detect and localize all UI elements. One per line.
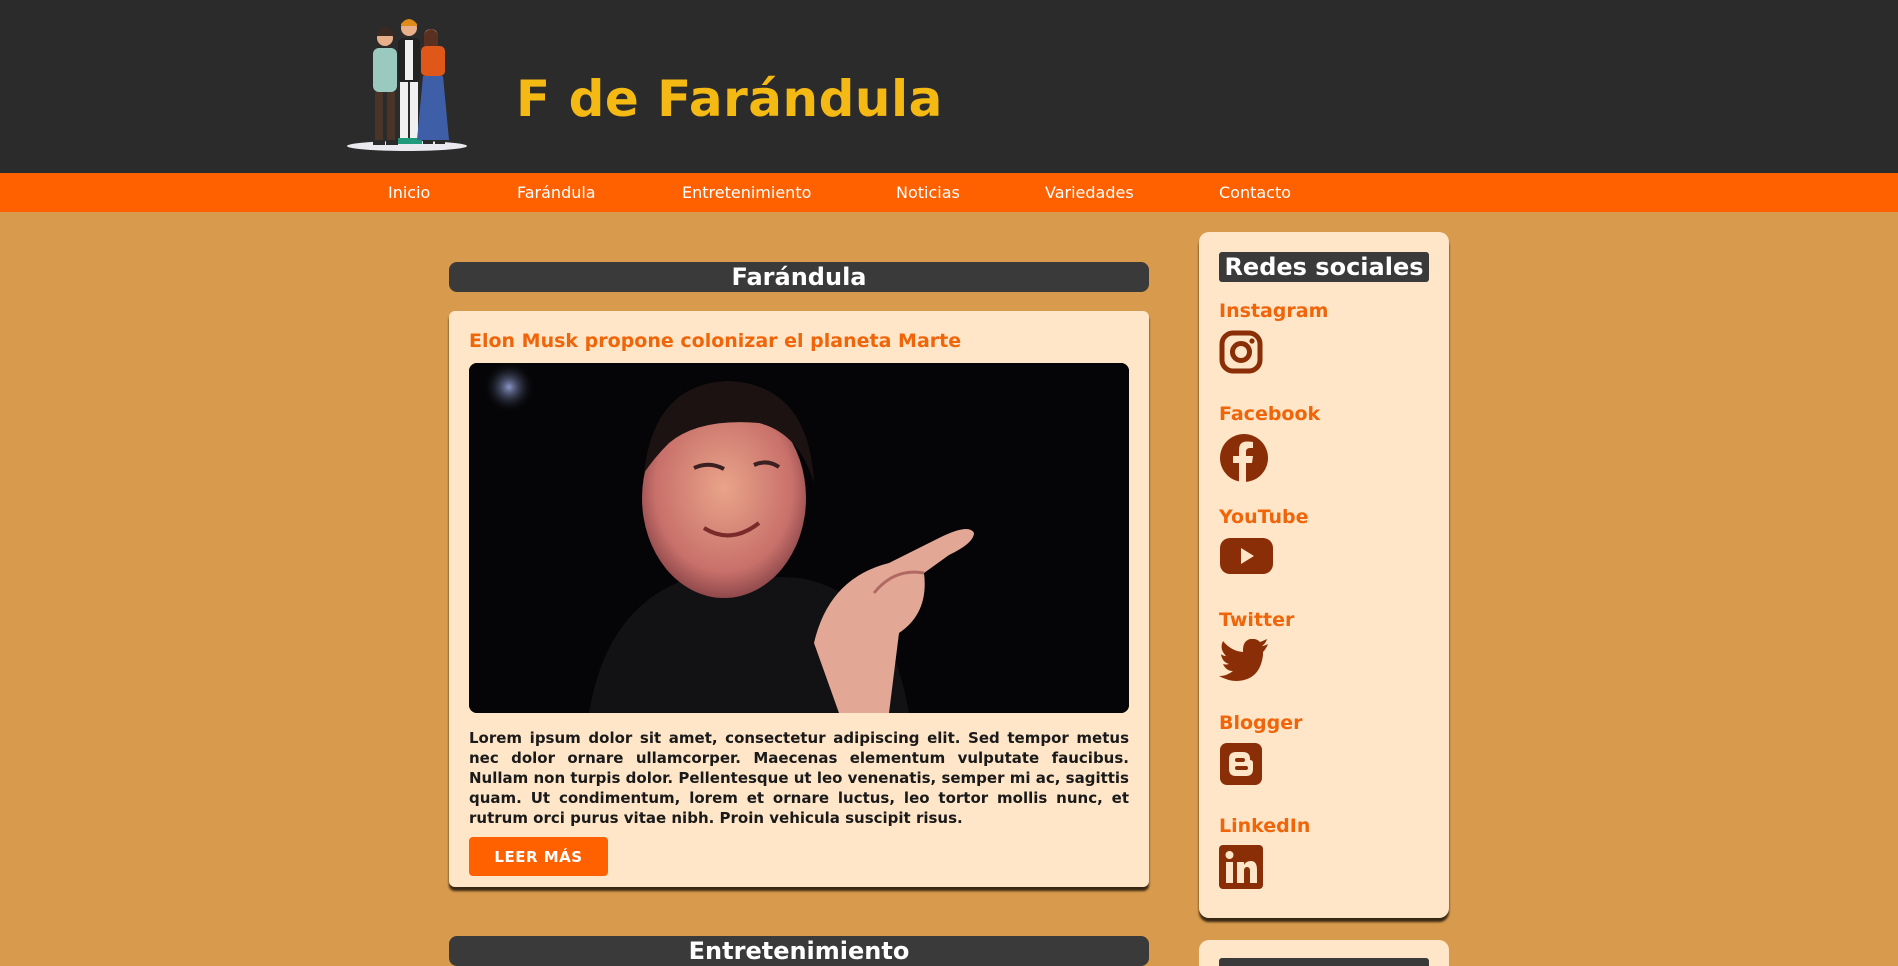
- blogger-icon[interactable]: [1219, 742, 1263, 786]
- linkedin-icon[interactable]: [1219, 845, 1263, 889]
- social-label-youtube[interactable]: YouTube: [1219, 506, 1308, 528]
- nav-item-noticias[interactable]: Noticias: [896, 173, 960, 212]
- social-item-instagram: Instagram: [1219, 300, 1429, 395]
- section-heading-entretenimiento: Entretenimiento: [449, 936, 1149, 966]
- article-photo: [469, 363, 1129, 713]
- section-heading-farandula: Farándula: [449, 262, 1149, 292]
- nav-item-entretenimiento[interactable]: Entretenimiento: [682, 173, 811, 212]
- read-more-button[interactable]: LEER MÁS: [469, 837, 608, 876]
- site-header: F de Farándula: [0, 0, 1898, 173]
- twitter-icon[interactable]: [1219, 639, 1269, 681]
- nav-item-variedades[interactable]: Variedades: [1045, 173, 1134, 212]
- social-label-facebook[interactable]: Facebook: [1219, 403, 1320, 425]
- social-label-twitter[interactable]: Twitter: [1219, 609, 1294, 631]
- social-item-facebook: Facebook: [1219, 403, 1429, 498]
- nav-item-contacto[interactable]: Contacto: [1219, 173, 1291, 212]
- second-sidebar-box: [1199, 940, 1449, 966]
- article-excerpt: Lorem ipsum dolor sit amet, consectetur …: [469, 729, 1129, 827]
- article-card: Elon Musk propone colonizar el planeta M…: [449, 311, 1149, 887]
- social-sidebar: Redes sociales Instagram Facebook YouTub…: [1199, 232, 1449, 918]
- social-label-blogger[interactable]: Blogger: [1219, 712, 1303, 734]
- logo-illustration: [347, 19, 467, 151]
- social-item-youtube: YouTube: [1219, 506, 1429, 601]
- article-image: [469, 363, 1129, 713]
- site-title: F de Farándula: [516, 70, 943, 128]
- main-nav: Inicio Farándula Entretenimiento Noticia…: [0, 173, 1898, 212]
- social-item-blogger: Blogger: [1219, 712, 1429, 807]
- second-sidebar-title-bar: [1219, 958, 1429, 966]
- article-title[interactable]: Elon Musk propone colonizar el planeta M…: [469, 330, 961, 352]
- instagram-icon[interactable]: [1219, 330, 1263, 374]
- nav-item-farandula[interactable]: Farándula: [517, 173, 596, 212]
- social-item-twitter: Twitter: [1219, 609, 1429, 704]
- social-label-linkedin[interactable]: LinkedIn: [1219, 815, 1310, 837]
- social-label-instagram[interactable]: Instagram: [1219, 300, 1328, 322]
- nav-item-inicio[interactable]: Inicio: [388, 173, 430, 212]
- sidebar-title: Redes sociales: [1219, 252, 1429, 282]
- social-item-linkedin: LinkedIn: [1219, 815, 1429, 910]
- youtube-icon[interactable]: [1219, 536, 1274, 576]
- facebook-icon[interactable]: [1219, 433, 1269, 483]
